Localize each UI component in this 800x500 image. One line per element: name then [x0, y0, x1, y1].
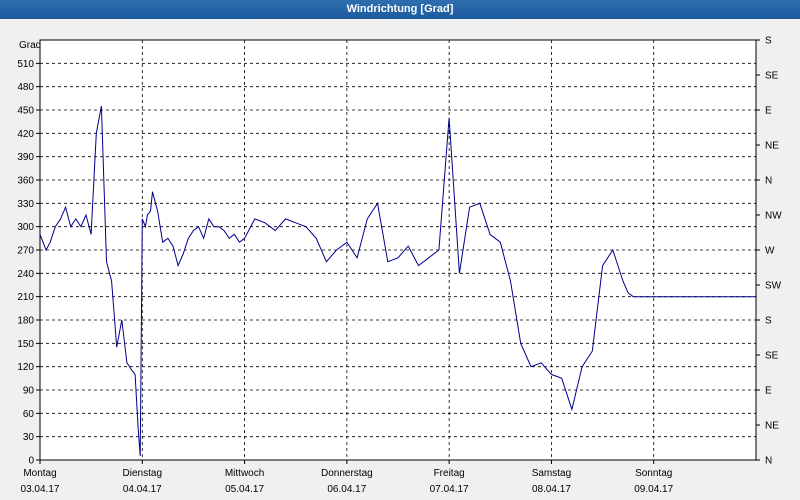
right-tick-label: NW — [765, 211, 782, 222]
right-tick-label: SE — [765, 351, 779, 362]
right-tick-label: SE — [765, 71, 779, 82]
right-tick-label: N — [765, 456, 772, 467]
x-tick-date: 08.04.17 — [532, 484, 571, 495]
wind-direction-chart: Grad 0 30 60 90 120 150 180 210 240 270 300 330 360 3… — [17, 36, 782, 496]
y-tick-label: 390 — [17, 152, 34, 163]
x-tick-day: Mittwoch — [225, 468, 264, 479]
y-tick-label: 510 — [17, 59, 34, 70]
x-tick-day: Montag — [23, 468, 56, 479]
y-tick-label: 330 — [17, 199, 34, 210]
x-tick-date: 07.04.17 — [430, 484, 469, 495]
y-tick-label: 30 — [23, 432, 35, 443]
y-tick-label: 210 — [17, 292, 34, 303]
y-tick-label: 300 — [17, 222, 34, 233]
y-tick-label: 360 — [17, 176, 34, 187]
right-tick-label: E — [765, 106, 772, 117]
x-tick-day: Dienstag — [123, 468, 162, 479]
y-tick-label: 450 — [17, 106, 34, 117]
right-tick-label: W — [765, 246, 775, 257]
x-tick-day: Sonntag — [635, 468, 672, 479]
x-tick-day: Samstag — [532, 468, 571, 479]
y-tick-label: 150 — [17, 339, 34, 350]
chart-window: Windrichtung [Grad] Grad 0 30 60 90 120 150 18… — [0, 0, 800, 500]
x-tick-date: 04.04.17 — [123, 484, 162, 495]
y-tick-label: 180 — [17, 316, 34, 327]
y-tick-label: 0 — [28, 456, 34, 467]
y-tick-label: 420 — [17, 129, 34, 140]
left-axis-ticks: 0 30 60 90 120 150 180 210 240 270 300 330 360 390 420… — [17, 59, 40, 467]
x-tick-date: 09.04.17 — [634, 484, 673, 495]
y-tick-label: 60 — [23, 409, 35, 420]
y-tick-label: 240 — [17, 269, 34, 280]
right-tick-label: SW — [765, 281, 782, 292]
y-tick-label: 90 — [23, 386, 35, 397]
x-axis-ticks: Montag 03.04.17 Dienstag 04.04.17 Mittwoch 05… — [21, 460, 674, 495]
y-axis-label: Grad — [19, 40, 41, 51]
right-tick-label: NE — [765, 141, 779, 152]
right-axis-ticks: N NE E SE S SW W NW N NE E SE S — [756, 36, 782, 467]
right-tick-label: NE — [765, 421, 779, 432]
right-tick-label: N — [765, 176, 772, 187]
y-tick-label: 480 — [17, 82, 34, 93]
x-tick-date: 06.04.17 — [327, 484, 366, 495]
x-tick-date: 03.04.17 — [21, 484, 60, 495]
right-tick-label: S — [765, 36, 772, 47]
x-tick-day: Freitag — [434, 468, 465, 479]
x-tick-day: Donnerstag — [321, 468, 373, 479]
y-tick-label: 270 — [17, 246, 34, 257]
y-tick-label: 120 — [17, 362, 34, 373]
right-tick-label: S — [765, 316, 772, 327]
right-tick-label: E — [765, 386, 772, 397]
x-tick-date: 05.04.17 — [225, 484, 264, 495]
